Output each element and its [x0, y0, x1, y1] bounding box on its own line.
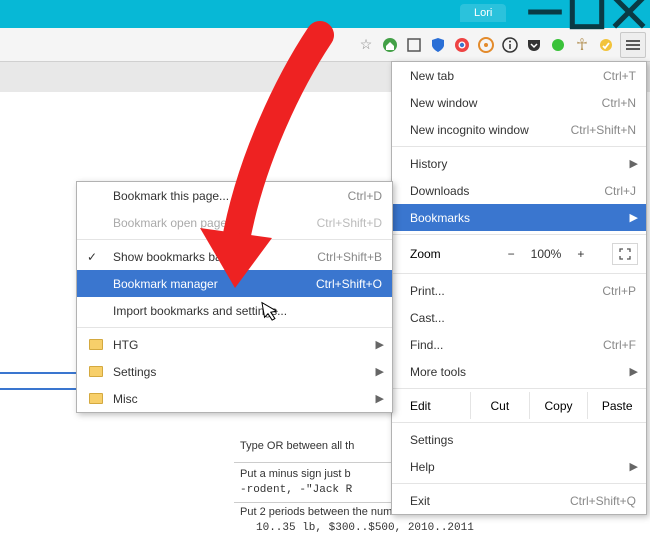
maximize-button[interactable] [566, 0, 608, 24]
pocket-extension-icon[interactable] [524, 35, 544, 55]
minimize-button[interactable] [524, 0, 566, 24]
copy-button[interactable]: Copy [529, 392, 588, 419]
zoom-value: 100% [531, 247, 562, 261]
submenu-bookmark-open-pages: Bookmark open pages...Ctrl+Shift+D [77, 209, 392, 236]
submenu-import-bookmarks[interactable]: Import bookmarks and settings... [77, 297, 392, 324]
menu-cast[interactable]: Cast... [392, 304, 646, 331]
folder-icon [89, 393, 103, 404]
fullscreen-button[interactable] [612, 243, 638, 265]
menu-find[interactable]: Find...Ctrl+F [392, 331, 646, 358]
ankh-extension-icon[interactable]: ☥ [572, 35, 592, 55]
menu-downloads[interactable]: DownloadsCtrl+J [392, 177, 646, 204]
menu-more-tools[interactable]: More tools▶ [392, 358, 646, 385]
content-text: Type OR between all th [240, 440, 354, 452]
menu-settings[interactable]: Settings [392, 426, 646, 453]
submenu-show-bookmarks-bar[interactable]: ✓ Show bookmarks barCtrl+Shift+B [77, 243, 392, 270]
content-text: Put a minus sign just b [240, 468, 351, 480]
orange-extension-icon[interactable] [476, 35, 496, 55]
zoom-label: Zoom [410, 247, 480, 261]
window-controls [524, 0, 650, 24]
submenu-bookmark-this-page[interactable]: Bookmark this page...Ctrl+D [77, 182, 392, 209]
menu-edit-row: Edit Cut Copy Paste [392, 392, 646, 419]
square-extension-icon[interactable] [404, 35, 424, 55]
paste-button[interactable]: Paste [587, 392, 646, 419]
info-extension-icon[interactable] [500, 35, 520, 55]
menu-new-window[interactable]: New windowCtrl+N [392, 89, 646, 116]
bookmark-folder[interactable]: Misc▶ [77, 385, 392, 412]
content-text: -rodent, -"Jack R [240, 484, 352, 496]
browser-toolbar: ☆ ☥ [0, 28, 650, 62]
close-button[interactable] [608, 0, 650, 24]
menu-exit[interactable]: ExitCtrl+Shift+Q [392, 487, 646, 514]
submenu-bookmark-manager[interactable]: Bookmark managerCtrl+Shift+O [77, 270, 392, 297]
cut-button[interactable]: Cut [470, 392, 529, 419]
menu-button[interactable] [620, 32, 646, 58]
menu-new-incognito[interactable]: New incognito windowCtrl+Shift+N [392, 116, 646, 143]
bookmarks-submenu: Bookmark this page...Ctrl+D Bookmark ope… [76, 181, 393, 413]
menu-new-tab[interactable]: New tabCtrl+T [392, 62, 646, 89]
window-titlebar: Lori [0, 0, 650, 28]
menu-zoom-row: Zoom − 100% + [392, 238, 646, 270]
zoom-out-button[interactable]: − [508, 247, 515, 261]
bookmark-folder[interactable]: HTG▶ [77, 331, 392, 358]
menu-print[interactable]: Print...Ctrl+P [392, 277, 646, 304]
menu-help[interactable]: Help▶ [392, 453, 646, 480]
content-text: 10..35 lb, $300..$500, 2010..2011 [256, 522, 474, 534]
yellow-extension-icon[interactable] [596, 35, 616, 55]
menu-history[interactable]: History▶ [392, 150, 646, 177]
shield-extension-icon[interactable] [428, 35, 448, 55]
main-menu: New tabCtrl+T New windowCtrl+N New incog… [391, 61, 647, 515]
star-icon[interactable]: ☆ [356, 35, 376, 55]
folder-icon [89, 339, 103, 350]
edit-label: Edit [410, 399, 470, 413]
zoom-in-button[interactable]: + [577, 247, 584, 261]
bookmark-folder[interactable]: Settings▶ [77, 358, 392, 385]
home-extension-icon[interactable] [380, 35, 400, 55]
menu-bookmarks[interactable]: Bookmarks▶ [392, 204, 646, 231]
folder-icon [89, 366, 103, 377]
chrome-extension-icon[interactable] [452, 35, 472, 55]
green-dot-extension-icon[interactable] [548, 35, 568, 55]
check-icon: ✓ [87, 250, 97, 264]
user-profile-tab[interactable]: Lori [460, 4, 506, 22]
